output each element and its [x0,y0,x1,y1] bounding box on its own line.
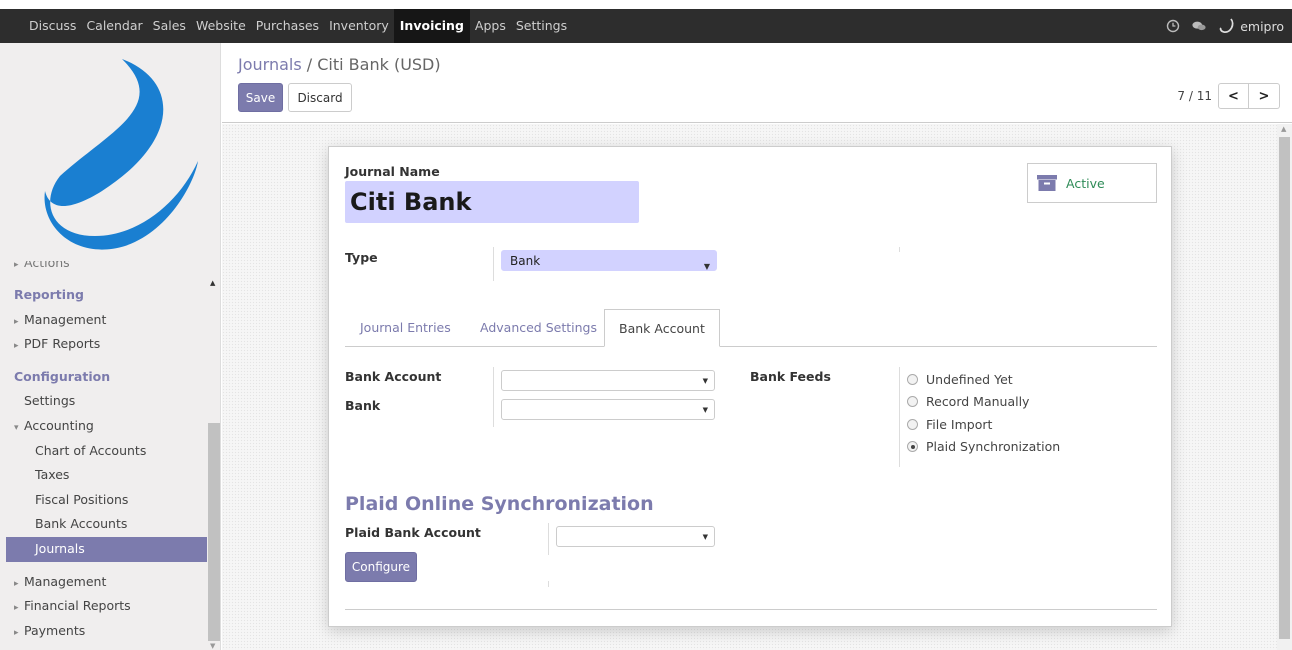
form-view-area: Journal Name Citi Bank Active Type Bank … [222,124,1277,650]
breadcrumb: Journals / Citi Bank (USD) [238,55,441,74]
radio-file-import[interactable]: File Import [907,417,992,432]
scroll-up-icon[interactable]: ▲ [210,279,215,287]
bank-select[interactable]: ▼ [501,399,715,420]
radio-selected-icon [907,441,918,452]
scroll-up-icon[interactable]: ▲ [1281,125,1286,133]
menu-inventory[interactable]: Inventory [324,9,394,43]
control-panel: Journals / Citi Bank (USD) Save Discard … [222,43,1292,123]
sidebar-item-management-2[interactable]: ▸ Management [0,570,207,595]
pager: 7 / 11 < > [1177,83,1280,109]
radio-circle-icon [907,396,918,407]
sidebar-menu: ▸ Actions Reporting ▸ Management ▸ PDF Repo… [0,261,207,643]
form-sheet: Journal Name Citi Bank Active Type Bank … [328,146,1172,627]
journal-name-label: Journal Name [345,164,440,179]
company-logo [44,59,198,250]
radio-record-manually[interactable]: Record Manually [907,394,1029,409]
sidebar-item-payments[interactable]: ▸ Payments [0,619,207,644]
radio-undefined-yet[interactable]: Undefined Yet [907,372,1013,387]
sidebar-scrollbar[interactable]: ▲ ▼ [207,275,220,650]
type-label: Type [345,250,378,265]
user-menu[interactable]: emipro [1218,17,1284,35]
tab-bank-account[interactable]: Bank Account [604,309,720,347]
sidebar-item-chart-of-accounts[interactable]: Chart of Accounts [0,439,207,464]
form-divider [345,609,1157,610]
sidebar: ▸ Actions Reporting ▸ Management ▸ PDF Repo… [0,43,221,650]
top-navbar: Discuss Calendar Sales Website Purchases… [0,0,1292,43]
main-scrollbar[interactable]: ▲ [1277,124,1292,650]
menu-invoicing[interactable]: Invoicing [393,9,470,43]
pager-value[interactable]: 7 / 11 [1177,89,1212,103]
type-select-value: Bank [510,254,541,268]
sidebar-item-fiscal-positions[interactable]: Fiscal Positions [0,488,207,513]
sidebar-item-bank-accounts[interactable]: Bank Accounts [0,512,207,537]
plaid-bank-account-select[interactable]: ▼ [556,526,715,547]
radio-circle-icon [907,374,918,385]
systray: emipro [1166,9,1284,43]
pager-previous-button[interactable]: < [1218,83,1249,109]
sidebar-item-financial-reports[interactable]: ▸ Financial Reports [0,594,207,619]
caret-right-icon: ▸ [14,603,19,614]
caret-down-icon: ▼ [702,406,708,414]
clock-icon[interactable] [1166,19,1180,33]
sidebar-item-management[interactable]: ▸ Management [0,308,207,333]
scroll-down-icon[interactable]: ▼ [210,642,215,650]
chat-icon[interactable] [1192,19,1206,33]
menu-purchases[interactable]: Purchases [251,9,324,43]
radio-circle-icon [907,419,918,430]
sidebar-header-reporting[interactable]: Reporting [0,283,207,308]
main-scroll-thumb[interactable] [1279,137,1290,639]
configure-button[interactable]: Configure [345,552,417,582]
discard-button[interactable]: Discard [288,83,352,112]
caret-down-icon: ▾ [14,422,19,433]
bank-feeds-label: Bank Feeds [750,369,831,384]
plaid-bank-account-label: Plaid Bank Account [345,525,481,540]
caret-right-icon: ▸ [14,627,19,638]
user-name: emipro [1240,18,1284,34]
sidebar-item-actions[interactable]: ▸ Actions [0,261,207,275]
menu-discuss[interactable]: Discuss [24,9,81,43]
user-logo-icon [1219,18,1234,33]
sidebar-item-journals[interactable]: Journals [6,536,207,562]
caret-down-icon: ▼ [702,533,708,541]
active-toggle-button[interactable]: Active [1027,163,1157,203]
bank-account-label: Bank Account [345,369,442,384]
breadcrumb-journals[interactable]: Journals [238,55,302,74]
sidebar-header-configuration[interactable]: Configuration [0,365,207,390]
radio-plaid-synchronization[interactable]: Plaid Synchronization [907,439,1060,454]
active-status-label: Active [1066,175,1105,191]
chevron-left-icon: < [1228,88,1239,104]
sidebar-scroll-thumb[interactable] [208,423,220,641]
tab-journal-entries[interactable]: Journal Entries [360,309,451,347]
caret-right-icon: ▸ [14,316,19,327]
archive-icon [1037,175,1057,191]
menu-apps[interactable]: Apps [470,9,511,43]
chevron-right-icon: > [1258,88,1270,104]
sidebar-item-accounting[interactable]: ▾ Accounting [0,414,207,439]
plaid-section-title: Plaid Online Synchronization [345,493,654,515]
notebook-tabs: Journal Entries Advanced Settings Bank A… [345,309,1157,347]
breadcrumb-current: Citi Bank (USD) [317,55,441,74]
app-menu: Discuss Calendar Sales Website Purchases… [24,9,572,43]
caret-right-icon: ▸ [14,341,19,352]
sidebar-item-settings[interactable]: Settings [0,389,207,414]
sidebar-item-taxes[interactable]: Taxes [0,463,207,488]
save-button[interactable]: Save [238,83,283,112]
type-select[interactable]: Bank ▼ [501,250,717,271]
menu-calendar[interactable]: Calendar [81,9,147,43]
breadcrumb-separator: / [306,55,313,74]
caret-down-icon: ▼ [703,262,710,271]
menu-website[interactable]: Website [191,9,251,43]
menu-sales[interactable]: Sales [148,9,191,43]
bank-label: Bank [345,398,381,413]
sidebar-item-pdf-reports[interactable]: ▸ PDF Reports [0,332,207,357]
caret-right-icon: ▸ [14,578,19,589]
journal-name-input[interactable]: Citi Bank [345,181,639,223]
pager-next-button[interactable]: > [1249,83,1280,109]
caret-down-icon: ▼ [702,377,708,385]
tab-advanced-settings[interactable]: Advanced Settings [480,309,597,347]
bank-account-select[interactable]: ▼ [501,370,715,391]
menu-settings[interactable]: Settings [511,9,572,43]
